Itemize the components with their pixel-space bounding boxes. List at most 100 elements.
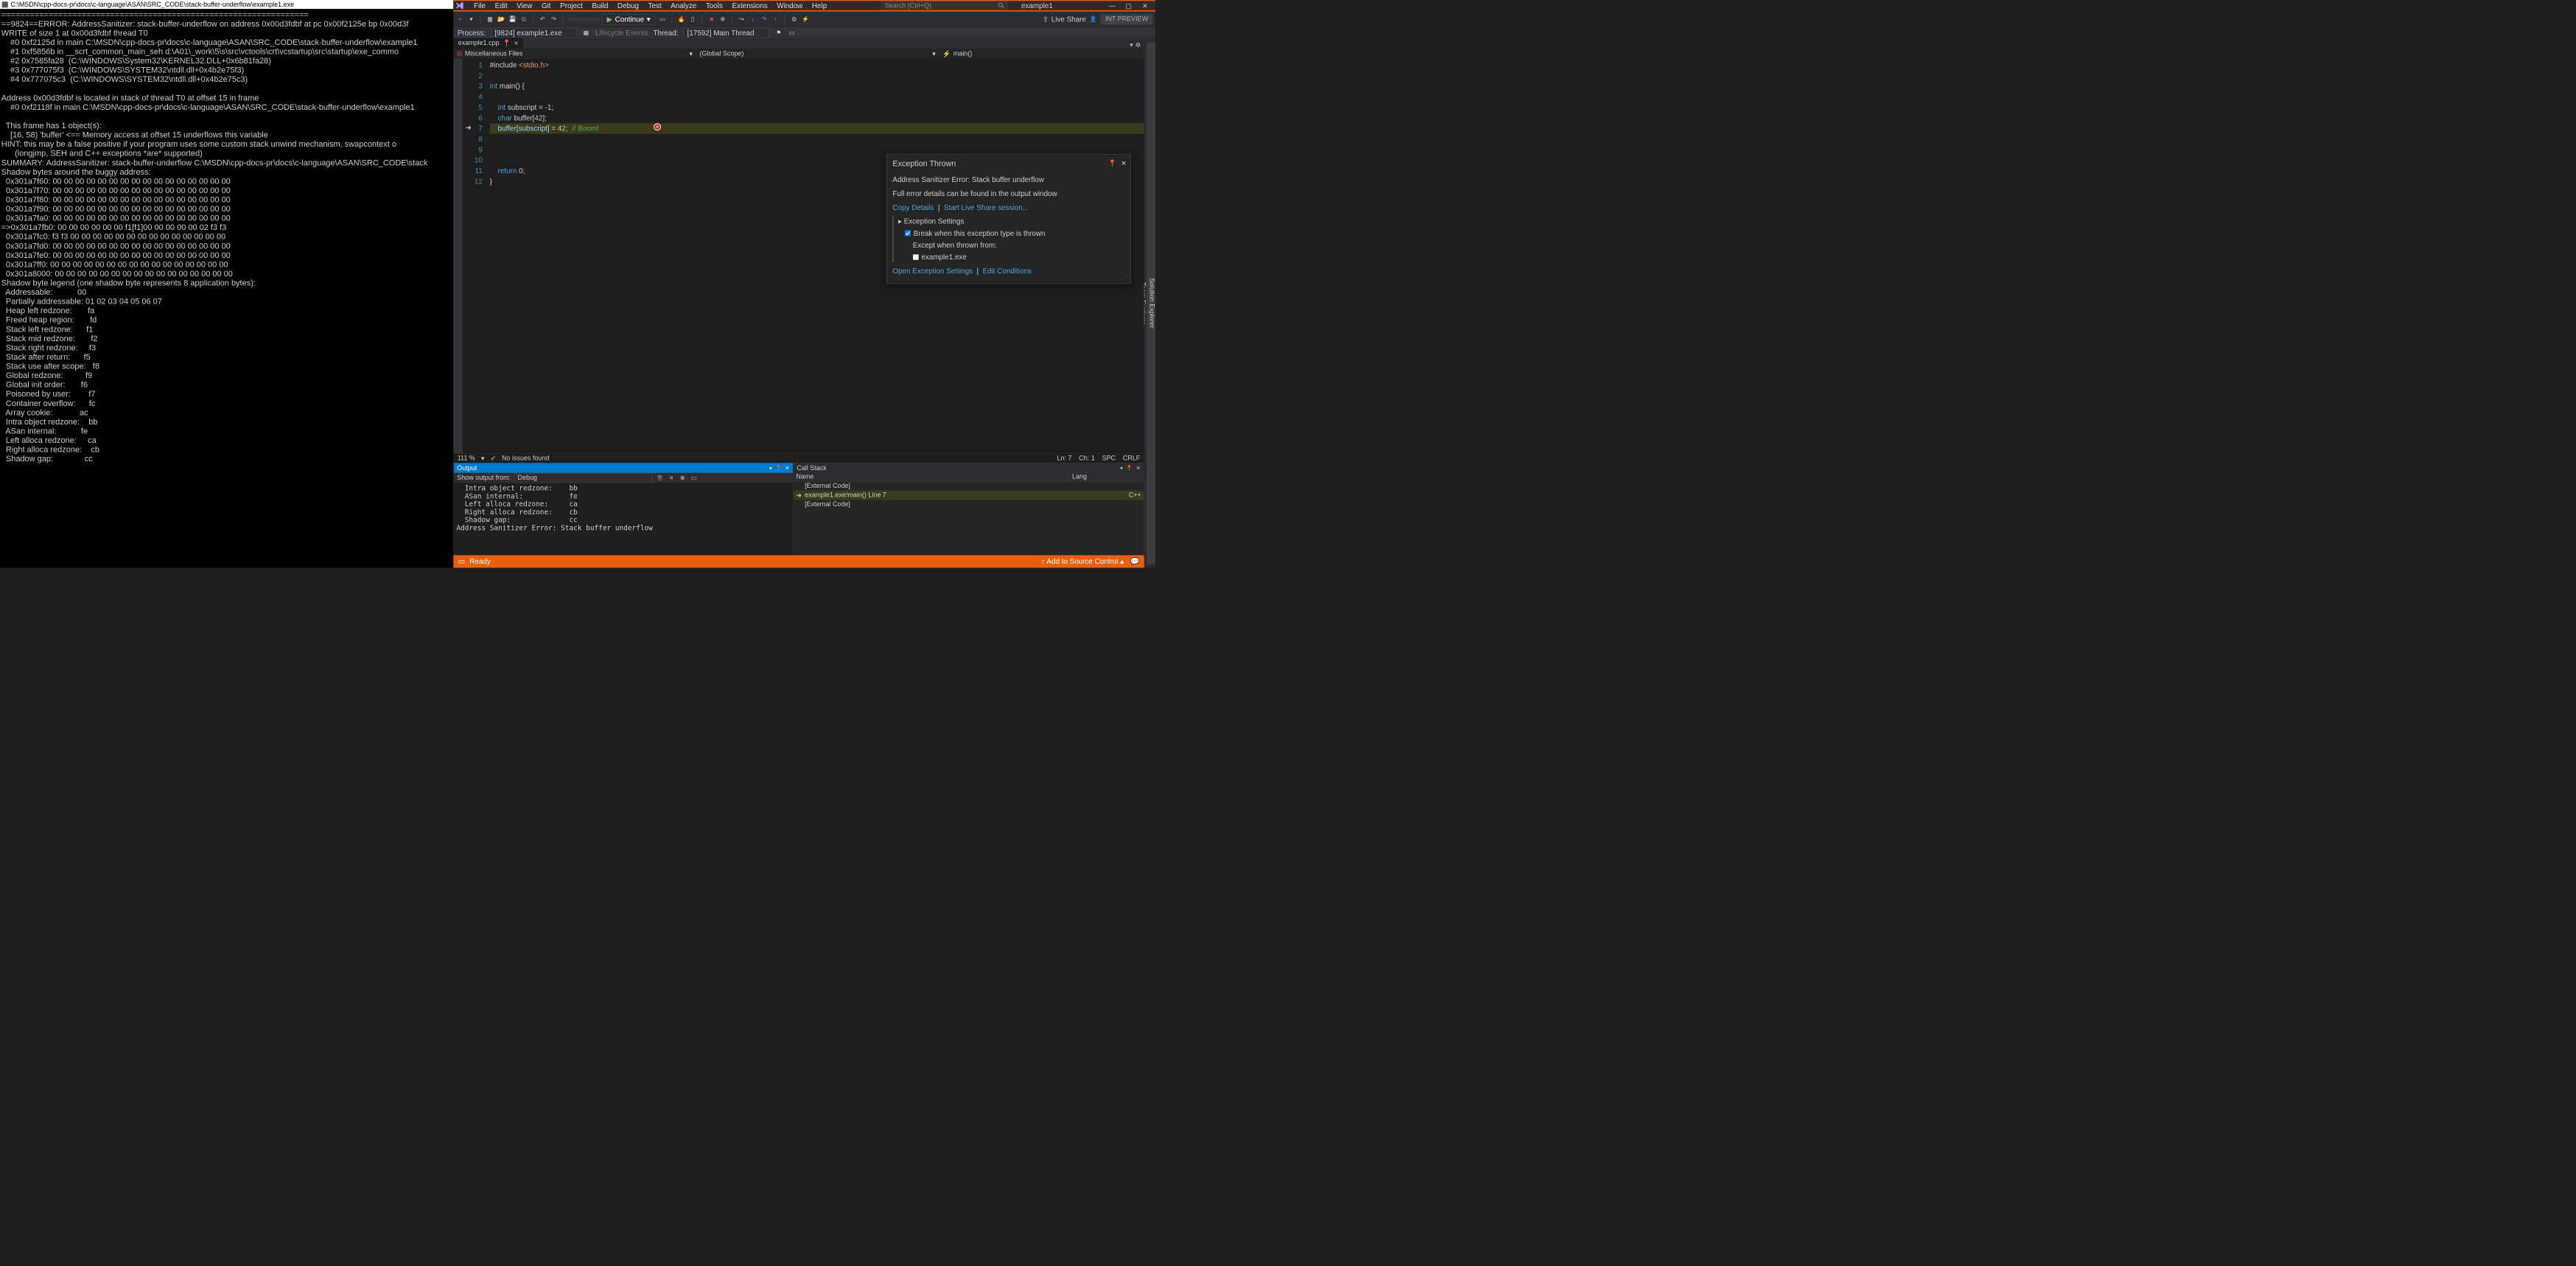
call-stack-columns[interactable]: Name Lang [794,473,1144,482]
start-live-share-link[interactable]: Start Live Share session... [944,203,1029,211]
step-into-icon[interactable]: ↓ [749,15,757,24]
menu-build[interactable]: Build [588,1,612,10]
lineending-indicator[interactable]: CRLF [1123,455,1140,462]
issues-label[interactable]: No issues found [502,455,549,462]
nav-back-icon[interactable]: ◦ [456,15,464,24]
maximize-button[interactable]: ▢ [1120,1,1136,10]
close-popup-icon[interactable]: ✕ [1121,158,1127,168]
menu-file[interactable]: File [470,1,490,10]
hot-reload-icon[interactable]: 🔥 [677,15,685,24]
output-scroll-icon[interactable]: ▭ [690,474,698,482]
col-name[interactable]: Name [796,473,1072,481]
zoom-dropdown-icon[interactable]: ▾ [481,454,485,462]
module-checkbox[interactable] [913,254,919,260]
tab-settings-icon[interactable]: ⚙ [1135,42,1141,49]
new-icon[interactable]: ▦ [486,15,494,24]
edit-conditions-link[interactable]: Edit Conditions [983,267,1032,275]
open-exception-settings-link[interactable]: Open Exception Settings [892,267,973,275]
notifications-icon[interactable]: 💬 [1130,557,1139,566]
menu-extensions[interactable]: Extensions [728,1,771,10]
code-editor[interactable]: 123456789101112 ➜ #include <stdio.h> int… [453,58,1144,453]
menu-tools[interactable]: Tools [701,1,727,10]
redo-icon[interactable]: ↷ [550,15,558,24]
error-indicator-icon[interactable]: ✕ [654,123,661,130]
close-button[interactable]: ✕ [1137,1,1153,10]
menu-debug[interactable]: Debug [614,1,643,10]
panel-pin-icon[interactable]: 📍 [1126,465,1133,472]
lifecycle-events[interactable]: Lifecycle Events [595,29,648,38]
code-text[interactable]: ➜ #include <stdio.h> int main() { int su… [489,58,1144,453]
menu-test[interactable]: Test [644,1,665,10]
panel-close-icon[interactable]: ✕ [785,465,789,472]
output-text[interactable]: Intra object redzone: bb ASan internal: … [454,483,793,555]
console-output[interactable]: ========================================… [0,9,453,464]
copy-details-link[interactable]: Copy Details [892,203,934,211]
call-stack-header[interactable]: Call Stack ▾ 📍 ✕ [794,463,1144,472]
save-all-icon[interactable]: ⧉ [519,15,528,24]
output-source-dropdown[interactable]: Debug [514,473,653,483]
nav-fwd-icon[interactable]: ▾ [467,15,475,24]
console-title-bar[interactable]: C:\MSDN\cpp-docs-pr\docs\c-language\ASAN… [0,0,453,9]
step-over-icon[interactable]: ↷ [760,15,769,24]
menu-help[interactable]: Help [808,1,831,10]
breakpoints-icon[interactable]: ▯ [689,15,697,24]
solution-explorer-tab[interactable]: Solution Explorer [1147,43,1155,564]
exception-settings-expander[interactable]: ▸ Exception Settings [898,216,1124,226]
nav-scope-dropdown[interactable]: (Global Scope)▾ [696,49,939,58]
step-out-icon[interactable]: ↑ [771,15,780,24]
resize-grip-icon[interactable]: ⋰ [1123,272,1128,282]
output-wrap-icon[interactable]: ≡ [668,474,676,482]
live-share-button[interactable]: ⇧ Live Share [1043,15,1086,24]
call-stack-row[interactable]: ➜ example1.exe!main() Line 7 C++ [794,491,1144,500]
lifecycle-icon[interactable]: ▦ [582,29,590,37]
close-tab-icon[interactable]: ✕ [514,40,519,46]
add-source-control[interactable]: ↑ Add to Source Control ▴ [1041,557,1124,566]
output-panel-header[interactable]: Output ▾ 📍 ✕ [454,463,793,472]
nav-function-dropdown[interactable]: ⚡main() [939,49,1144,58]
call-stack-row[interactable]: [External Code] [794,481,1144,490]
tab-options-icon[interactable]: ▾ [1130,42,1133,49]
menu-window[interactable]: Window [773,1,807,10]
intellicode-icon[interactable]: ⚡ [802,15,810,24]
continue-button[interactable]: ▶ Continue ▾ [602,14,656,24]
nav-project-dropdown[interactable]: ⊞Miscellaneous Files▾ [453,49,696,58]
pin-icon[interactable]: 📍 [503,39,511,47]
output-step-icon[interactable]: ⎘ [656,474,664,482]
break-checkbox[interactable] [905,231,911,237]
thread-dropdown[interactable]: [17592] Main Thread [684,27,770,38]
panel-dropdown-icon[interactable]: ▾ [1120,465,1123,472]
restart-icon[interactable]: ⊗ [719,15,727,24]
indent-indicator[interactable]: SPC [1102,455,1116,462]
save-icon[interactable]: 💾 [508,15,517,24]
panel-dropdown-icon[interactable]: ▾ [769,465,772,472]
char-indicator[interactable]: Ch: 1 [1079,455,1094,462]
panel-close-icon[interactable]: ✕ [1136,465,1141,472]
pin-popup-icon[interactable]: 📍 [1108,158,1116,168]
marker-column[interactable] [453,58,463,453]
thread-flags-icon[interactable]: ▭ [788,29,796,37]
menu-analyze[interactable]: Analyze [667,1,701,10]
stop-icon[interactable]: ■ [707,15,715,24]
minimize-button[interactable]: — [1104,1,1120,10]
show-next-icon[interactable]: ↪ [738,15,746,24]
open-icon[interactable]: 📂 [497,15,505,24]
search-box[interactable]: Search (Ctrl+Q) [882,1,1007,10]
panel-pin-icon[interactable]: 📍 [775,465,782,472]
menu-view[interactable]: View [513,1,536,10]
output-clear-icon[interactable]: ⊗ [679,474,687,482]
menu-project[interactable]: Project [556,1,587,10]
document-tab[interactable]: example1.cpp 📍 ✕ [453,38,523,49]
config-dropdown[interactable] [569,18,598,21]
zoom-level[interactable]: 111 % [458,455,475,462]
menu-git[interactable]: Git [538,1,555,10]
break-all-icon[interactable]: ▭ [659,15,667,24]
feedback-icon[interactable]: 👤 [1089,15,1097,24]
col-lang[interactable]: Lang [1072,473,1141,481]
diag-tools-icon[interactable]: ⧉ [790,15,798,24]
menu-edit[interactable]: Edit [491,1,511,10]
undo-icon[interactable]: ↶ [539,15,547,24]
process-dropdown[interactable]: [9824] example1.exe [491,27,577,38]
flag-icon[interactable]: ⚑ [774,29,783,37]
line-indicator[interactable]: Ln: 7 [1057,455,1071,462]
call-stack-row[interactable]: [External Code] [794,500,1144,509]
